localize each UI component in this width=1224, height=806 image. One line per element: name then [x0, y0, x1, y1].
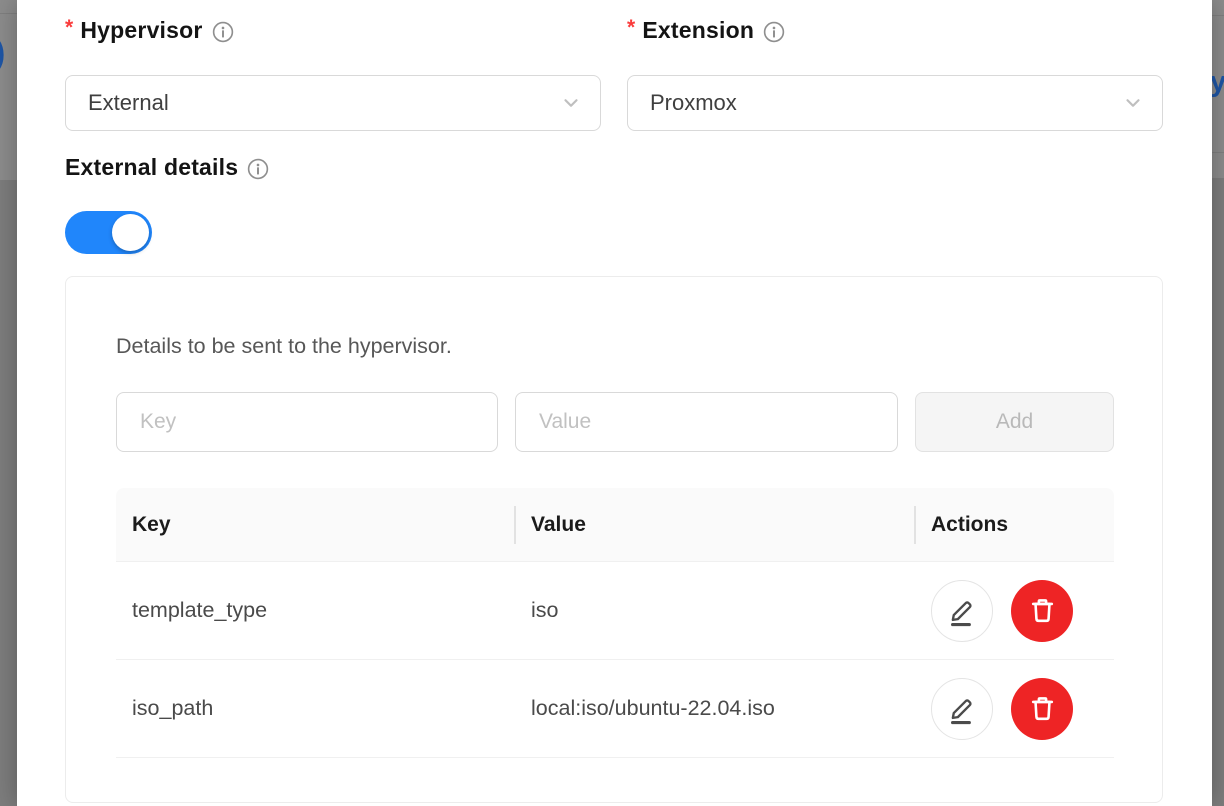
delete-row-button[interactable] — [1011, 580, 1073, 642]
details-table: Key Value Actions template_type iso — [116, 488, 1114, 758]
backdrop-right-strip: ys — [1212, 0, 1224, 806]
external-details-toggle[interactable] — [65, 211, 152, 254]
backdrop-divider — [1212, 15, 1224, 16]
extension-label: * Extension — [627, 17, 786, 44]
hypervisor-label: * Hypervisor — [65, 17, 235, 44]
row-value-cell: iso — [514, 562, 914, 659]
value-input[interactable] — [515, 392, 898, 452]
info-icon[interactable] — [762, 20, 786, 44]
table-header-value: Value — [514, 488, 914, 561]
edit-row-button[interactable] — [931, 678, 993, 740]
chevron-down-icon — [560, 92, 582, 114]
trash-icon — [1027, 693, 1058, 724]
extension-select[interactable]: Proxmox — [627, 75, 1163, 131]
backdrop-dark-region — [1212, 178, 1224, 806]
hypervisor-select[interactable]: External — [65, 75, 601, 131]
table-row: iso_path local:iso/ubuntu-22.04.iso — [116, 660, 1114, 758]
key-input[interactable] — [116, 392, 498, 452]
add-button[interactable]: Add — [915, 392, 1114, 452]
backdrop-dark-region — [0, 180, 17, 806]
required-mark: * — [65, 16, 73, 40]
table-body: template_type iso — [116, 562, 1114, 758]
info-icon[interactable] — [211, 20, 235, 44]
backdrop-right-text: ys — [1212, 66, 1224, 99]
row-key-cell: template_type — [116, 562, 514, 659]
key-value-form: Add — [116, 392, 1114, 452]
required-mark: * — [627, 16, 635, 40]
card-description: Details to be sent to the hypervisor. — [116, 334, 452, 359]
backdrop-divider — [0, 13, 17, 14]
pencil-icon — [946, 594, 978, 628]
external-details-card: Details to be sent to the hypervisor. Ad… — [65, 276, 1163, 803]
extension-select-value: Proxmox — [650, 90, 737, 116]
external-details-label-text: External details — [65, 154, 238, 181]
trash-icon — [1027, 595, 1058, 626]
table-header-key: Key — [116, 488, 514, 561]
row-value-cell: local:iso/ubuntu-22.04.iso — [514, 660, 914, 757]
table-header-row: Key Value Actions — [116, 488, 1114, 562]
backdrop-left-strip: ) — [0, 0, 17, 806]
modal-dialog: * Hypervisor External * Extension Proxmo… — [17, 0, 1212, 806]
extension-label-text: Extension — [642, 17, 754, 44]
info-icon[interactable] — [246, 157, 270, 181]
table-header-actions: Actions — [914, 488, 1114, 561]
row-key-cell: iso_path — [116, 660, 514, 757]
chevron-down-icon — [1122, 92, 1144, 114]
hypervisor-label-text: Hypervisor — [80, 17, 202, 44]
hypervisor-select-value: External — [88, 90, 169, 116]
row-actions-cell — [914, 660, 1114, 757]
external-details-label: External details — [65, 154, 270, 181]
delete-row-button[interactable] — [1011, 678, 1073, 740]
row-actions-cell — [914, 562, 1114, 659]
backdrop-left-text: ) — [0, 34, 5, 73]
table-row: template_type iso — [116, 562, 1114, 660]
toggle-knob — [112, 214, 149, 251]
pencil-icon — [946, 692, 978, 726]
edit-row-button[interactable] — [931, 580, 993, 642]
backdrop-divider — [1212, 152, 1224, 153]
